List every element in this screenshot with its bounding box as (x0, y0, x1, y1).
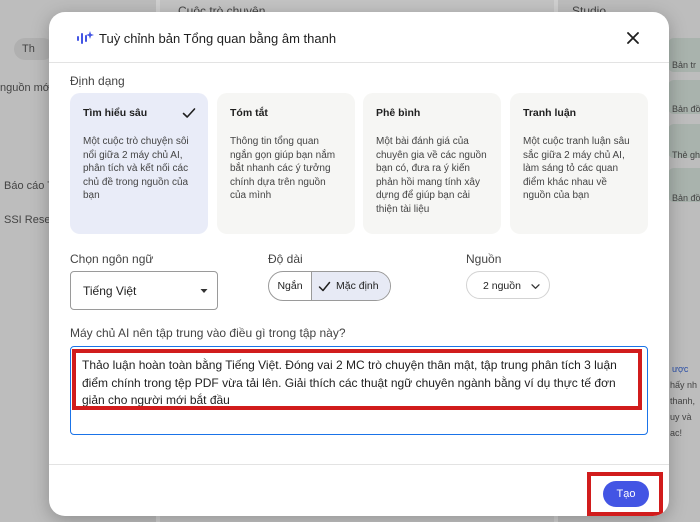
dropdown-caret-icon (200, 289, 208, 293)
audio-sparkle-icon (77, 31, 94, 44)
close-icon (627, 32, 639, 44)
format-title: Tóm tắt (230, 107, 268, 119)
format-description: Một bài đánh giá của chuyên gia về các n… (376, 136, 487, 215)
language-label: Chọn ngôn ngữ (70, 252, 154, 266)
background-snippet-3: thanh, (670, 396, 696, 406)
background-snippet-5: ac! (670, 428, 683, 438)
length-segmented-control: Ngắn Mặc định (268, 271, 391, 301)
check-icon (182, 108, 196, 118)
length-default-label: Mặc định (336, 280, 379, 292)
customize-audio-overview-dialog: Tuỳ chỉnh bản Tổng quan bằng âm thanh Đị… (49, 12, 669, 516)
language-select[interactable]: Tiếng Việt (70, 271, 218, 310)
header-divider (49, 62, 669, 63)
dialog-title: Tuỳ chỉnh bản Tổng quan bằng âm thanh (99, 31, 337, 46)
background-studio-item-2: Bản đồ (672, 104, 700, 114)
format-card-summary[interactable]: Tóm tắt Thông tin tổng quan ngắn gọn giú… (217, 93, 355, 234)
sources-value: 2 nguồn (483, 280, 521, 292)
format-title: Tìm hiểu sâu (83, 107, 148, 119)
chevron-down-icon (531, 284, 540, 289)
background-studio-item-3: Thẻ gh (672, 150, 700, 160)
format-description: Một cuộc trò chuyện sôi nổi giữa 2 máy c… (83, 136, 189, 201)
format-title: Phê bình (376, 107, 421, 119)
focus-text: Thảo luận hoàn toàn bằng Tiếng Việt. Đón… (82, 358, 617, 407)
sources-label: Nguồn (466, 252, 502, 266)
focus-textarea[interactable]: Thảo luận hoàn toàn bằng Tiếng Việt. Đón… (70, 346, 648, 435)
background-left-tab: Th (22, 43, 35, 55)
format-description: Một cuộc tranh luận sâu sắc giữa 2 máy c… (523, 136, 630, 201)
check-icon (318, 281, 331, 291)
length-label: Độ dài (268, 252, 303, 266)
sources-dropdown[interactable]: 2 nguồn (466, 271, 550, 299)
format-card-deep-dive[interactable]: Tìm hiểu sâu Một cuộc trò chuyện sôi nổi… (70, 93, 208, 234)
format-title: Tranh luận (523, 107, 577, 119)
background-studio-item-1: Bản tr (672, 60, 697, 70)
close-button[interactable] (621, 26, 645, 50)
background-studio-item-4: Bản đồ (672, 193, 700, 203)
language-value: Tiếng Việt (83, 284, 137, 298)
format-card-debate[interactable]: Tranh luận Một cuộc tranh luận sâu sắc g… (510, 93, 648, 234)
format-label: Định dạng (70, 74, 125, 88)
footer-divider (49, 464, 669, 465)
create-button-label: Tạo (616, 488, 636, 500)
dialog-header: Tuỳ chỉnh bản Tổng quan bằng âm thanh (49, 12, 669, 62)
background-snippet-2: hấy nh (670, 380, 698, 390)
length-short-button[interactable]: Ngắn (269, 272, 311, 300)
background-source-item-1: Báo cáo T (4, 180, 54, 192)
format-card-critique[interactable]: Phê bình Một bài đánh giá của chuyên gia… (363, 93, 501, 234)
length-default-button[interactable]: Mặc định (311, 272, 390, 300)
background-snippet-4: uy và (670, 412, 692, 422)
length-short-label: Ngắn (277, 280, 303, 292)
format-description: Thông tin tổng quan ngắn gọn giúp bạn nắ… (230, 136, 336, 201)
background-left-text: nguồn mới (0, 82, 53, 94)
create-button[interactable]: Tạo (603, 481, 649, 507)
focus-label: Máy chủ AI nên tập trung vào điều gì tro… (70, 326, 346, 340)
background-snippet-1: ược (672, 364, 689, 374)
